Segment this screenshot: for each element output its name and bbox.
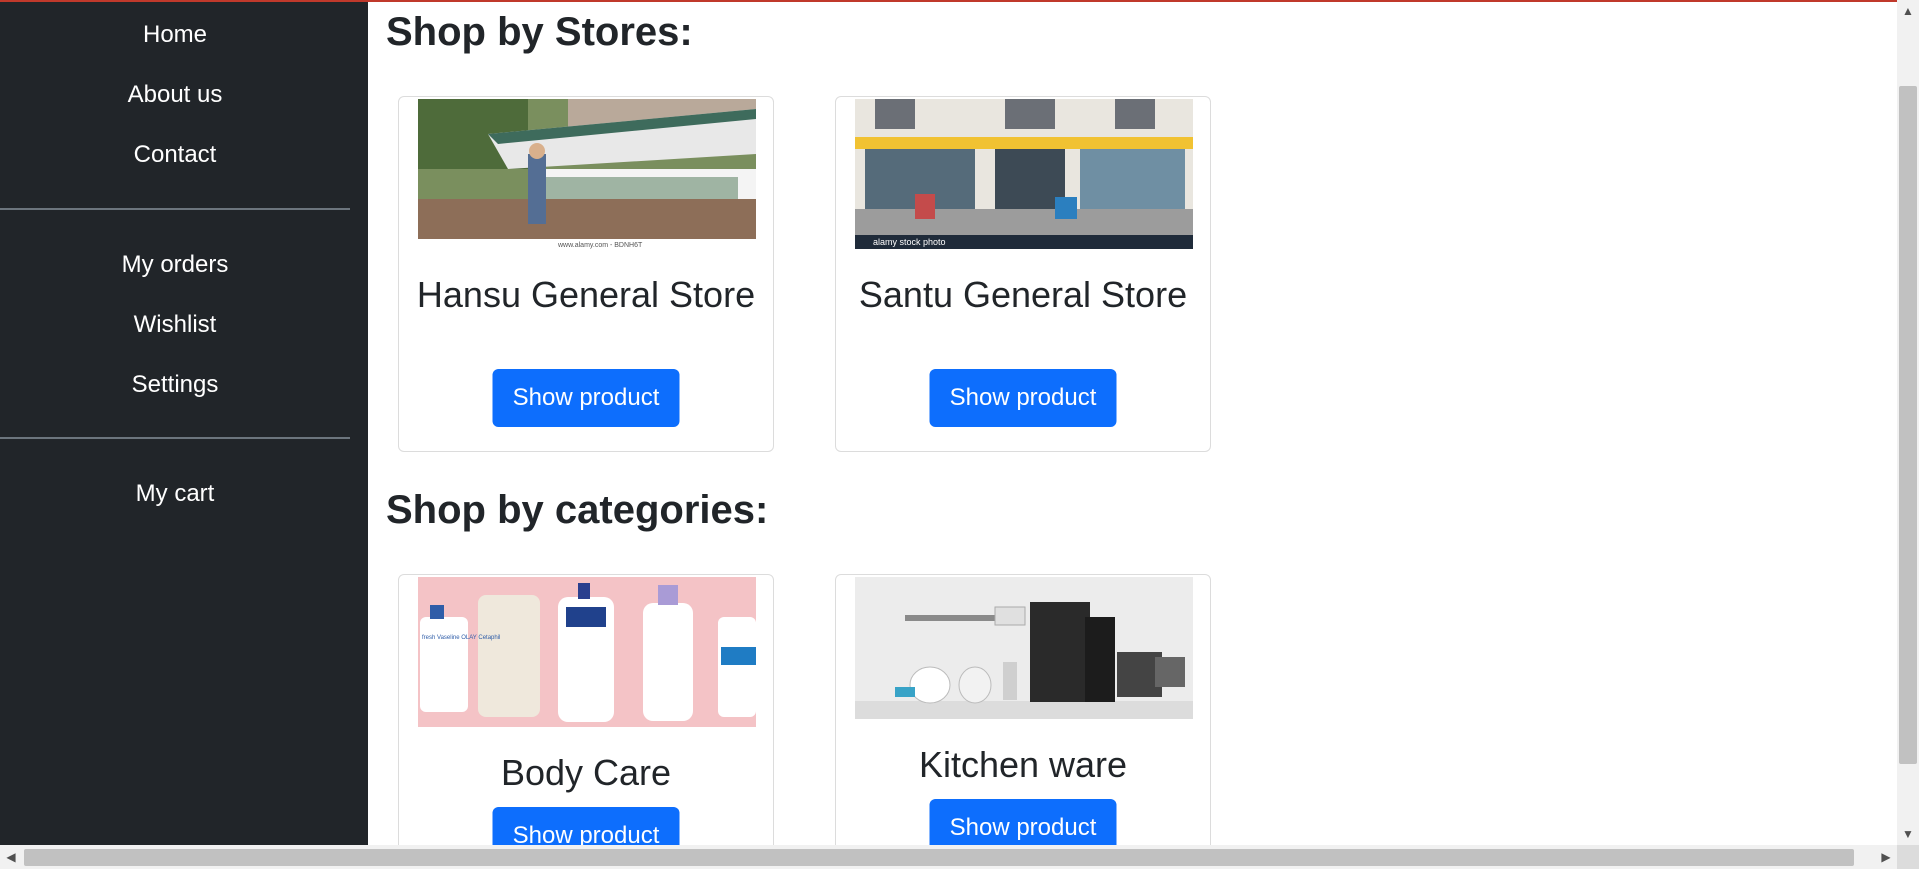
sidebar-divider [0,437,350,439]
category-card: fresh Vaseline OLAY Cetaphil Body Care S… [398,574,774,845]
scrollbar-corner [1897,845,1919,869]
show-product-button[interactable]: Show product [929,369,1117,427]
store-name: Hansu General Store [416,274,756,315]
category-image [855,577,1193,719]
main-content: Shop by Stores: www.alamy.com - BDNH6T H… [368,0,1897,845]
category-name: Kitchen ware [918,744,1128,785]
nav-wishlist[interactable]: Wishlist [0,310,350,340]
vertical-scroll-thumb[interactable] [1899,86,1917,764]
stores-section-title: Shop by Stores: [386,10,693,54]
scroll-down-arrow-icon[interactable]: ▼ [1897,823,1919,845]
nav-home[interactable]: Home [0,20,350,50]
horizontal-scroll-thumb[interactable] [24,849,1854,866]
categories-section-title: Shop by categories: [386,488,769,532]
store-name: Santu General Store [858,274,1188,315]
sidebar: Home About us Contact My orders Wishlist… [0,0,368,845]
nav-my-cart[interactable]: My cart [0,479,350,509]
show-product-button[interactable]: Show product [929,799,1117,845]
nav-settings[interactable]: Settings [0,370,350,400]
store-image: www.alamy.com - BDNH6T [418,99,756,249]
store-card: alamy stock photo Santu General Store Sh… [835,96,1211,452]
scroll-left-arrow-icon[interactable]: ◀ [0,845,22,869]
scroll-right-arrow-icon[interactable]: ▶ [1875,845,1897,869]
category-image: fresh Vaseline OLAY Cetaphil [418,577,756,727]
nav-about-us[interactable]: About us [0,80,350,110]
image-watermark: www.alamy.com - BDNH6T [557,242,643,249]
scroll-up-arrow-icon[interactable]: ▲ [1897,0,1919,22]
nav-my-orders[interactable]: My orders [0,250,350,280]
show-product-button[interactable]: Show product [492,369,680,427]
nav-contact[interactable]: Contact [0,140,350,170]
store-image: alamy stock photo [855,99,1193,249]
store-card: www.alamy.com - BDNH6T Hansu General Sto… [398,96,774,452]
top-accent-line [0,0,1897,2]
category-name: Body Care [500,752,672,793]
sidebar-divider [0,208,350,210]
image-text: fresh Vaseline OLAY Cetaphil [422,635,500,641]
image-watermark: alamy stock photo [873,237,946,247]
category-card: Kitchen ware Show product [835,574,1211,845]
show-product-button[interactable]: Show product [492,807,680,845]
